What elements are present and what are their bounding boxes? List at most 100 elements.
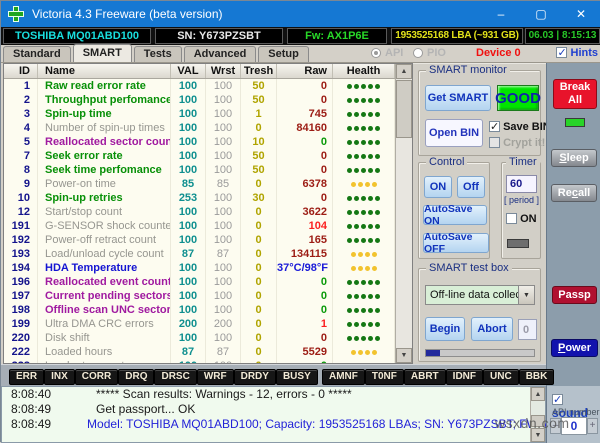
- tab-smart[interactable]: SMART: [73, 44, 132, 62]
- passp-button[interactable]: Passp: [552, 286, 597, 304]
- health-dots: [351, 248, 377, 262]
- table-row[interactable]: 1Raw read error rate100100500: [4, 79, 395, 93]
- status-flag-bar: ERRINXCORRDRQDRSCWRFDRDYBUSY AMNFT0NFABR…: [1, 364, 546, 386]
- table-row[interactable]: 9Power-on time858506378: [4, 177, 395, 191]
- table-row[interactable]: 12Start/stop count10010003622: [4, 205, 395, 219]
- table-row[interactable]: 193Load/unload cycle count87870134115: [4, 247, 395, 261]
- smart-monitor-group: SMART monitor Get SMART GOOD Open BIN Sa…: [418, 70, 541, 156]
- table-row[interactable]: 3Spin-up time1001001745: [4, 107, 395, 121]
- health-dots: [347, 360, 380, 364]
- api-radio[interactable]: [371, 48, 381, 58]
- log-line: 8:08:49Model: TOSHIBA MQ01ABD100; Capaci…: [2, 417, 545, 432]
- tab-tests[interactable]: Tests: [134, 46, 182, 62]
- timer-on-checkbox[interactable]: [506, 213, 517, 224]
- smart-test-group: SMART test box Off-line data collect ▼ B…: [418, 268, 541, 362]
- header-tresh[interactable]: Tresh: [241, 64, 277, 78]
- action-sidebar: Break All Sleep Recall Passp Power: [546, 63, 600, 386]
- table-row[interactable]: 223Load retry count10010000: [4, 359, 395, 363]
- scroll-down-icon[interactable]: ▼: [396, 348, 412, 363]
- save-bin-checkbox[interactable]: [489, 121, 500, 132]
- header-name[interactable]: Name: [38, 64, 171, 78]
- health-dots: [347, 318, 380, 332]
- save-bin-label: Save BIN: [503, 121, 551, 133]
- tab-advanced[interactable]: Advanced: [184, 46, 257, 62]
- timer-title: Timer: [506, 156, 540, 168]
- table-row[interactable]: 8Seek time perfomance100100500: [4, 163, 395, 177]
- smart-on-button[interactable]: ON: [424, 176, 452, 198]
- header-health[interactable]: Health: [333, 64, 395, 78]
- scroll-up-icon[interactable]: ▲: [396, 64, 412, 79]
- header-wrst[interactable]: Wrst: [206, 64, 241, 78]
- log-scroll-up-icon[interactable]: ▲: [531, 387, 545, 401]
- flag-unc: UNC: [483, 369, 519, 385]
- header-val[interactable]: VAL: [171, 64, 206, 78]
- tabs-container: StandardSMARTTestsAdvancedSetup: [3, 44, 311, 62]
- control-title: Control: [426, 156, 467, 168]
- open-bin-button[interactable]: Open BIN: [425, 119, 483, 147]
- header-id[interactable]: ID: [4, 64, 38, 78]
- tab-setup[interactable]: Setup: [258, 46, 309, 62]
- title-bar: Victoria 4.3 Freeware (beta version) – ▢…: [1, 1, 600, 27]
- crypt-checkbox[interactable]: [489, 137, 500, 148]
- tab-standard[interactable]: Standard: [3, 46, 71, 62]
- health-dots: [347, 220, 380, 234]
- app-icon: [8, 6, 24, 22]
- drive-info-bar: TOSHIBA MQ01ABD100 SN: Y673PZSBT Fw: AX1…: [1, 27, 600, 45]
- table-row[interactable]: 194HDA Temperature100100037°C/98°F: [4, 261, 395, 275]
- health-dots: [347, 276, 380, 290]
- spinner-plus-button[interactable]: +: [587, 418, 598, 434]
- log-timestamp: 8:08:49: [2, 402, 60, 417]
- break-all-button[interactable]: Break All: [553, 79, 597, 109]
- flag-corr: CORR: [75, 369, 118, 385]
- test-select-value: Off-line data collect: [426, 289, 518, 301]
- table-row[interactable]: 4Number of spin-up times100100084160: [4, 121, 395, 135]
- close-button[interactable]: ✕: [561, 1, 600, 27]
- scrollbar-thumb[interactable]: [396, 80, 412, 138]
- table-row[interactable]: 7Seek error rate100100500: [4, 149, 395, 163]
- table-row[interactable]: 5Reallocated sector count100100100: [4, 135, 395, 149]
- recall-button[interactable]: Recall: [551, 184, 597, 202]
- table-row[interactable]: 220Disk shift10010000: [4, 331, 395, 345]
- table-row[interactable]: 222Loaded hours878705529: [4, 345, 395, 359]
- table-row[interactable]: 2Throughput perfomance100100500: [4, 93, 395, 107]
- health-dots: [347, 206, 380, 220]
- pio-radio[interactable]: [413, 48, 423, 58]
- table-scrollbar[interactable]: ▲ ▼: [395, 64, 412, 363]
- drive-serial: SN: Y673PZSBT: [155, 28, 283, 44]
- health-dots: [347, 150, 380, 164]
- table-row[interactable]: 196Reallocated event count10010000: [4, 275, 395, 289]
- table-row[interactable]: 197Current pending sectors10010000: [4, 289, 395, 303]
- flag-idnf: IDNF: [446, 369, 483, 385]
- sleep-button[interactable]: Sleep: [551, 149, 597, 167]
- table-row[interactable]: 191G-SENSOR shock counter1001000104: [4, 219, 395, 233]
- dropdown-arrow-icon[interactable]: ▼: [518, 286, 534, 304]
- table-row[interactable]: 10Spin-up retries253100300: [4, 191, 395, 205]
- hints-checkbox[interactable]: [556, 47, 567, 58]
- smart-attribute-table: ID Name VAL Wrst Tresh Raw Health 1Raw r…: [3, 63, 413, 364]
- abort-button[interactable]: Abort: [471, 317, 513, 341]
- test-select[interactable]: Off-line data collect ▼: [425, 285, 535, 305]
- minimize-button[interactable]: –: [481, 1, 521, 27]
- table-row[interactable]: 192Power-off retract count1001000165: [4, 233, 395, 247]
- health-dots: [347, 234, 380, 248]
- autosave-on-button[interactable]: AutoSave ON: [423, 205, 487, 225]
- health-dots: [351, 346, 377, 360]
- power-button[interactable]: Power: [551, 339, 598, 357]
- test-counter-field[interactable]: 0: [518, 319, 537, 340]
- header-raw[interactable]: Raw: [277, 64, 333, 78]
- get-smart-button[interactable]: Get SMART: [425, 85, 491, 111]
- log-line: 8:08:40***** Scan results: Warnings - 12…: [2, 387, 545, 402]
- begin-button[interactable]: Begin: [425, 317, 465, 341]
- table-row[interactable]: 199Ultra DMA CRC errors20020001: [4, 317, 395, 331]
- smart-test-title: SMART test box: [426, 262, 512, 274]
- smart-off-button[interactable]: Off: [457, 176, 485, 198]
- autosave-off-button[interactable]: AutoSave OFF: [423, 233, 489, 253]
- status-flags-left: ERRINXCORRDRQDRSCWRFDRDYBUSY: [9, 369, 293, 385]
- timer-input[interactable]: 60: [506, 175, 537, 193]
- health-dots: [347, 80, 380, 94]
- sound-checkbox[interactable]: [552, 394, 563, 405]
- flag-err: ERR: [9, 369, 44, 385]
- maximize-button[interactable]: ▢: [521, 1, 561, 27]
- timer-on-label: ON: [520, 213, 537, 225]
- table-row[interactable]: 198Offline scan UNC sectors10010000: [4, 303, 395, 317]
